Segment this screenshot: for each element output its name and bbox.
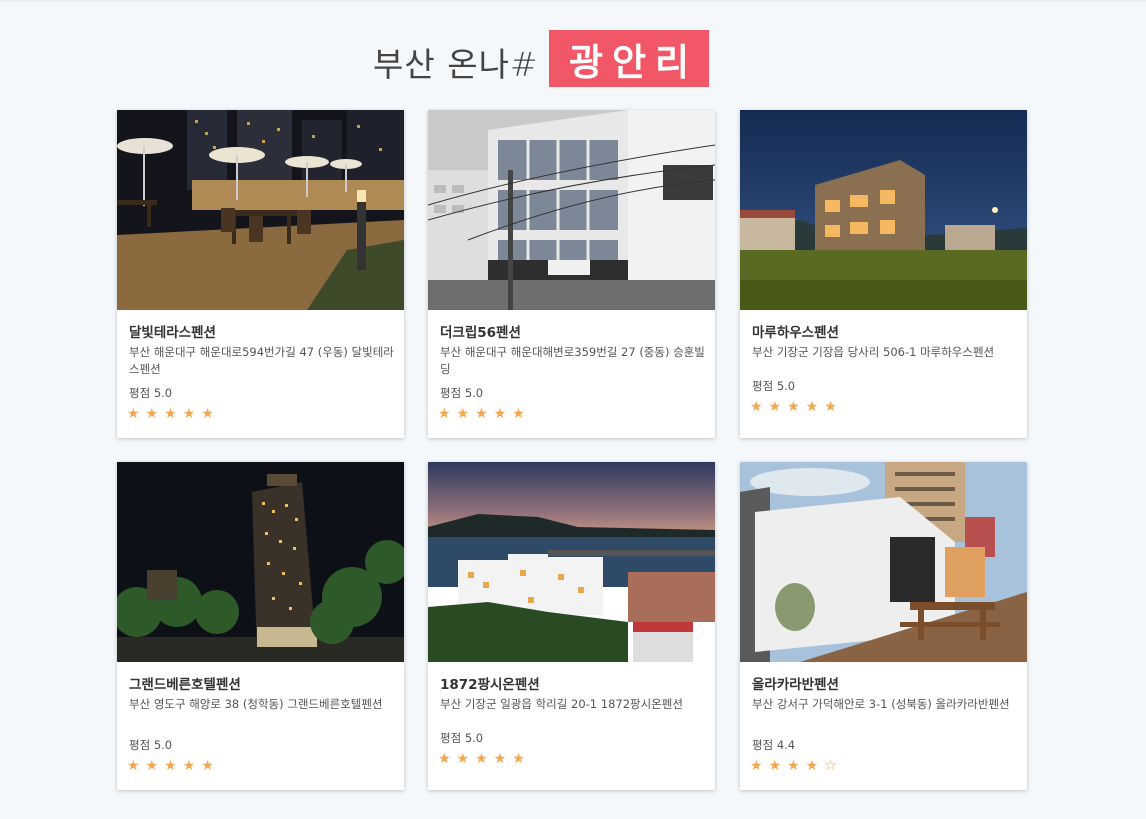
title-prefix: 부산 온나#: [373, 45, 539, 84]
pension-photo[interactable]: [740, 462, 1027, 662]
star-rating-icons: ★★★★☆: [750, 758, 843, 774]
pension-address: 부산 영도구 해양로 38 (청학동) 그랜드베른호텔펜션: [129, 697, 383, 711]
pension-address: 부산 기장군 일광읍 학리길 20-1 1872팡시온펜션: [440, 697, 683, 711]
pension-rating: 평점 5.0: [752, 379, 796, 393]
star-rating-icons: ★★★★★: [127, 758, 220, 774]
title-highlight-badge: 광안리: [549, 30, 709, 87]
page-title: 부산 온나# 광안리: [0, 30, 1146, 88]
pension-name[interactable]: 올라카라반펜션: [752, 673, 839, 693]
pension-name[interactable]: 1872팡시온펜션: [440, 673, 540, 693]
pension-address: 부산 기장군 기장읍 당사리 506-1 마루하우스펜션: [752, 345, 995, 359]
pension-photo[interactable]: [117, 462, 404, 662]
pension-address: 부산 해운대구 해운대해변로359번길 27 (중동) 승훈빌딩: [440, 345, 705, 376]
pension-photo[interactable]: [740, 110, 1027, 310]
pension-card[interactable]: 올라카라반펜션 부산 강서구 가덕해안로 3-1 (성북동) 올라카라반펜션 평…: [740, 462, 1027, 790]
pension-card[interactable]: 달빛테라스펜션 부산 해운대구 해운대로594번가길 47 (우동) 달빛테라스…: [117, 110, 404, 438]
pension-rating: 평점 5.0: [129, 738, 173, 752]
star-rating-icons: ★★★★★: [438, 751, 531, 767]
star-rating-icons: ★★★★★: [438, 406, 531, 422]
pension-name[interactable]: 더크립56펜션: [440, 321, 521, 341]
pension-card[interactable]: 더크립56펜션 부산 해운대구 해운대해변로359번길 27 (중동) 승훈빌딩…: [428, 110, 715, 438]
pension-rating: 평점 5.0: [129, 386, 173, 400]
pension-card[interactable]: 그랜드베른호텔펜션 부산 영도구 해양로 38 (청학동) 그랜드베른호텔펜션 …: [117, 462, 404, 790]
pension-photo[interactable]: [428, 462, 715, 662]
pension-rating: 평점 5.0: [440, 386, 484, 400]
pension-name[interactable]: 그랜드베른호텔펜션: [129, 673, 241, 693]
top-divider: [0, 0, 1146, 2]
pension-name[interactable]: 마루하우스펜션: [752, 321, 839, 341]
pension-photo[interactable]: [117, 110, 404, 310]
pension-photo[interactable]: [428, 110, 715, 310]
pension-card[interactable]: 마루하우스펜션 부산 기장군 기장읍 당사리 506-1 마루하우스펜션 평점 …: [740, 110, 1027, 438]
star-rating-icons: ★★★★★: [750, 399, 843, 415]
star-rating-icons: ★★★★★: [127, 406, 220, 422]
pension-address: 부산 강서구 가덕해안로 3-1 (성북동) 올라카라반펜션: [752, 697, 1010, 711]
pension-rating: 평점 5.0: [440, 731, 484, 745]
pension-card[interactable]: 1872팡시온펜션 부산 기장군 일광읍 학리길 20-1 1872팡시온펜션 …: [428, 462, 715, 790]
pension-name[interactable]: 달빛테라스펜션: [129, 321, 216, 341]
pension-rating: 평점 4.4: [752, 738, 796, 752]
pension-address: 부산 해운대구 해운대로594번가길 47 (우동) 달빛테라스펜션: [129, 345, 394, 376]
